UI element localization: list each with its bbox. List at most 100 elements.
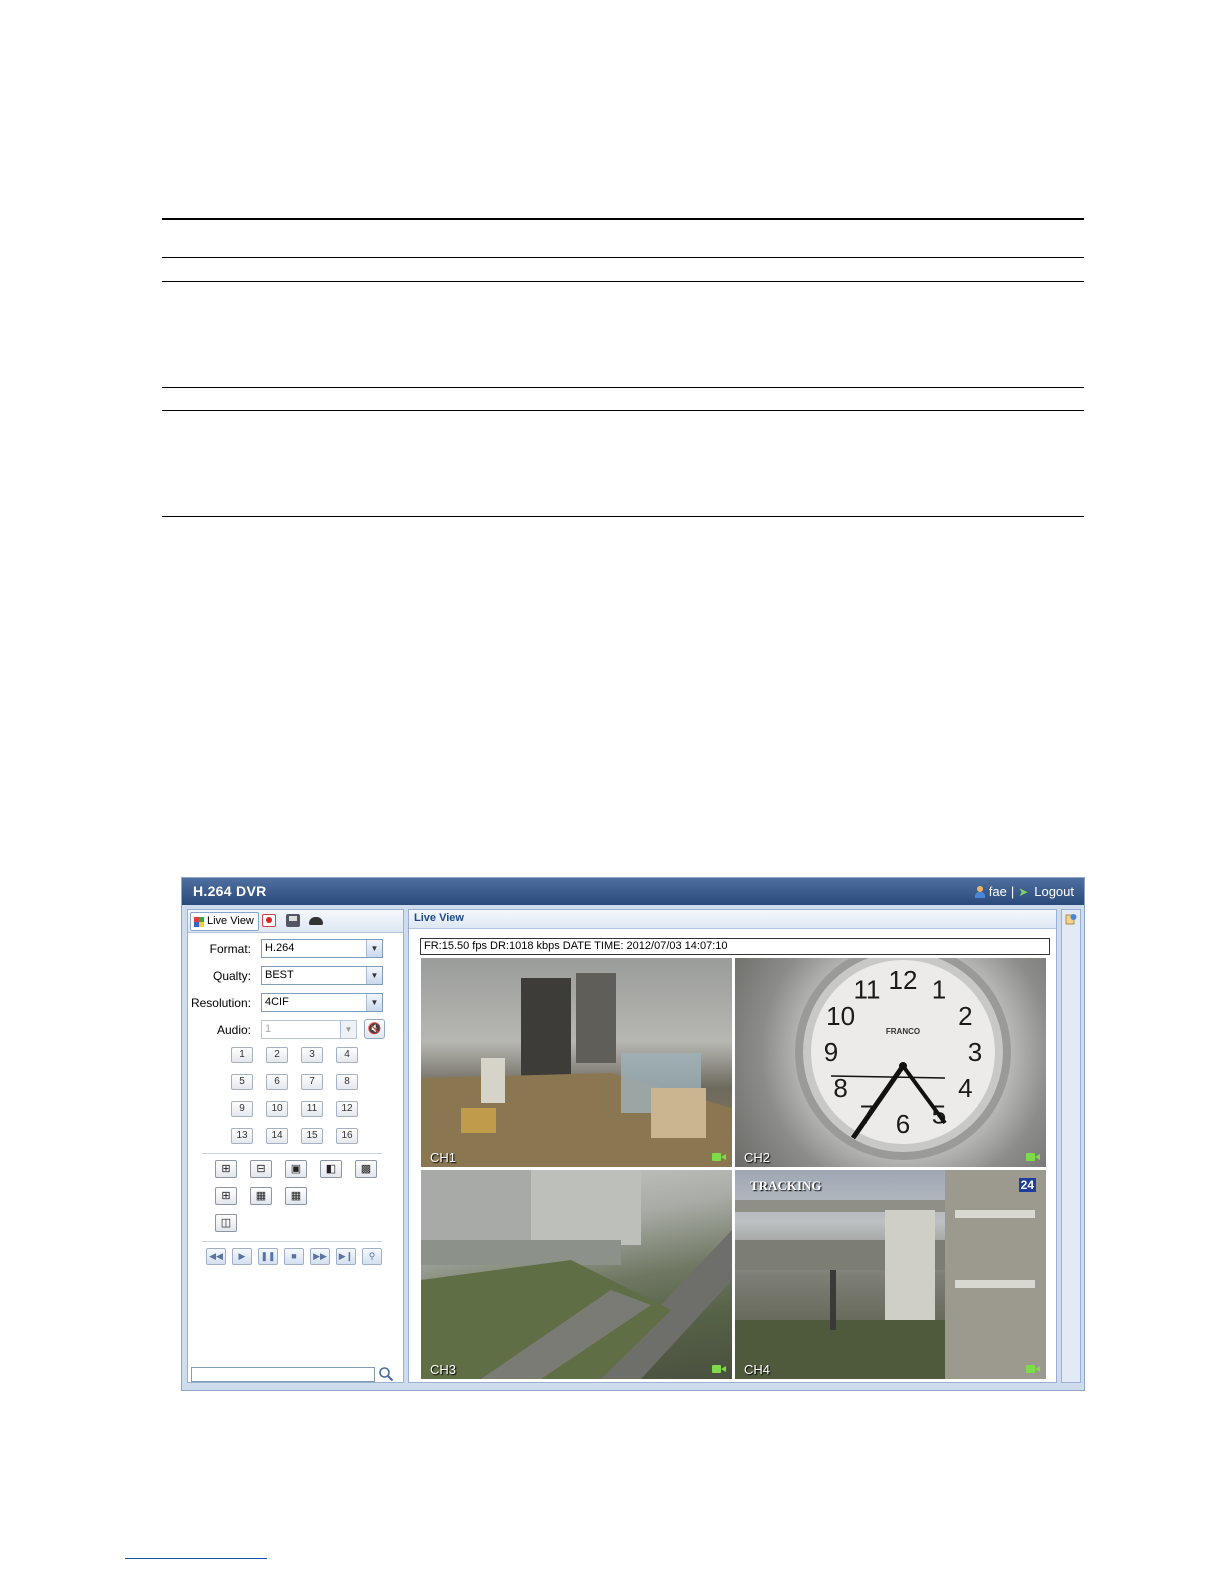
panel-tabs: Live View [188,910,403,933]
zoom-in-button[interactable]: ⊞ [215,1160,237,1178]
mute-button[interactable]: 🔇 [364,1019,385,1039]
camera-label: CH1 [430,1150,457,1165]
quality-row: Qualty: BEST ▼ [188,966,403,986]
channel-button-2[interactable]: 2 [266,1047,288,1063]
app-title: H.264 DVR [193,883,267,899]
channel-button-16[interactable]: 16 [336,1128,358,1144]
resolution-select[interactable]: 4CIF ▼ [261,993,383,1012]
clock-number: 1 [932,975,946,1005]
zoom-out-icon: ⊟ [256,1163,266,1175]
logout-link[interactable]: Logout [1034,884,1074,899]
clock-number: 6 [896,1109,910,1139]
channel-button-9[interactable]: 9 [231,1101,253,1117]
snapshot-icon: ▣ [290,1163,302,1175]
format-value: H.264 [265,942,295,954]
chevron-down-icon[interactable]: ▼ [366,940,382,957]
camera-label: CH2 [744,1150,771,1165]
channel-button-1[interactable]: 1 [231,1047,253,1063]
search-input[interactable] [191,1367,375,1382]
preset-number: 24 [1018,1178,1036,1192]
panel-title: Live View [414,912,464,924]
channel-button-5[interactable]: 5 [231,1074,253,1090]
room-scene-image [421,973,732,1167]
dome-camera-icon[interactable] [309,917,323,925]
fast-forward-button[interactable]: ▶▶ [310,1248,330,1265]
pop-button[interactable]: ▩ [355,1160,377,1178]
clock-number: 9 [824,1037,838,1067]
middle-rule-1 [162,387,1084,388]
channel-button-12[interactable]: 12 [336,1101,358,1117]
chevron-down-icon[interactable]: ▼ [366,994,382,1011]
zoom-in-icon: ⊞ [221,1163,231,1175]
quality-select[interactable]: BEST ▼ [261,966,383,985]
nine-layout-button[interactable]: ▦ [250,1187,272,1205]
channel-button-4[interactable]: 4 [336,1047,358,1063]
title-bar: H.264 DVR fae | ➤ Logout [182,878,1084,905]
dvr-window: H.264 DVR fae | ➤ Logout Live View Forma… [181,877,1085,1391]
channel-button-11[interactable]: 11 [301,1101,323,1117]
quad-view-icon [194,916,204,927]
nine-layout-icon: ▦ [255,1190,267,1202]
rewind-button[interactable]: ◀◀ [206,1248,226,1265]
quad-layout-button[interactable]: ⊞ [215,1187,237,1205]
pip-icon: ◧ [325,1163,337,1175]
recording-icon [712,1152,726,1162]
resolution-value: 4CIF [265,996,289,1008]
top-rule-2 [162,257,1084,258]
chevron-down-icon[interactable]: ▼ [366,967,382,984]
top-rule-3 [162,281,1084,282]
record-icon[interactable] [262,914,276,927]
pause-button[interactable]: ❚❚ [258,1248,278,1265]
channel-button-8[interactable]: 8 [336,1074,358,1090]
resolution-row: Resolution: 4CIF ▼ [188,993,403,1013]
camera-view-ch2[interactable]: 121234567891011 FRANCO CH2 [735,958,1046,1167]
playback-search-button[interactable]: ⚲ [362,1248,382,1265]
camera-label: CH4 [744,1362,771,1377]
search-icon[interactable] [378,1366,394,1382]
camera-view-ch1[interactable]: CH1 [421,958,732,1167]
channel-button-15[interactable]: 15 [301,1128,323,1144]
channel-button-13[interactable]: 13 [231,1128,253,1144]
next-icon: ▶❙ [338,1251,354,1261]
channel-button-10[interactable]: 10 [266,1101,288,1117]
audio-row: Audio: 1 ▼ 🔇 [188,1019,403,1040]
sequence-icon: ◫ [220,1217,232,1229]
play-button[interactable]: ▶ [232,1248,252,1265]
audio-select: 1 ▼ [261,1020,357,1039]
network-icon[interactable] [286,914,300,927]
chevron-down-icon: ▼ [340,1021,356,1038]
channel-button-6[interactable]: 6 [266,1074,288,1090]
tracking-text: TRACKING [750,1178,822,1193]
pip-button[interactable]: ◧ [320,1160,342,1178]
middle-rule-2 [162,410,1084,411]
format-row: Format: H.264 ▼ [188,939,403,959]
resolution-label: Resolution: [190,996,251,1010]
channel-button-7[interactable]: 7 [301,1074,323,1090]
sixteen-layout-icon: ▦ [290,1190,302,1202]
live-view-panel: Live View FR:15.50 fps DR:1018 kbps DATE… [408,909,1057,1383]
sixteen-layout-button[interactable]: ▦ [285,1187,307,1205]
clock-number: 3 [968,1037,982,1067]
channel-button-3[interactable]: 3 [301,1047,323,1063]
quality-label: Qualty: [212,969,251,983]
clock-number: 11 [854,975,881,1005]
separator: | [1010,884,1015,899]
bottom-rule [162,516,1084,517]
stop-button[interactable]: ■ [284,1248,304,1265]
right-sidebar [1061,909,1081,1383]
logout-icon[interactable]: ➤ [1018,886,1030,898]
fast-forward-icon: ▶▶ [313,1251,327,1261]
format-select[interactable]: H.264 ▼ [261,939,383,958]
help-icon[interactable] [1065,913,1077,925]
pause-icon: ❚❚ [260,1251,276,1261]
camera-view-ch3[interactable]: CH3 [421,1170,732,1379]
user-icon [974,885,985,898]
camera-view-ch4[interactable]: TRACKING 24 CH4 [735,1170,1046,1379]
snapshot-button[interactable]: ▣ [285,1160,307,1178]
zoom-out-button[interactable]: ⊟ [250,1160,272,1178]
sequence-button[interactable]: ◫ [215,1214,237,1232]
divider [202,1153,382,1154]
tab-live-view[interactable]: Live View [190,912,259,931]
channel-button-14[interactable]: 14 [266,1128,288,1144]
next-button[interactable]: ▶❙ [336,1248,356,1265]
